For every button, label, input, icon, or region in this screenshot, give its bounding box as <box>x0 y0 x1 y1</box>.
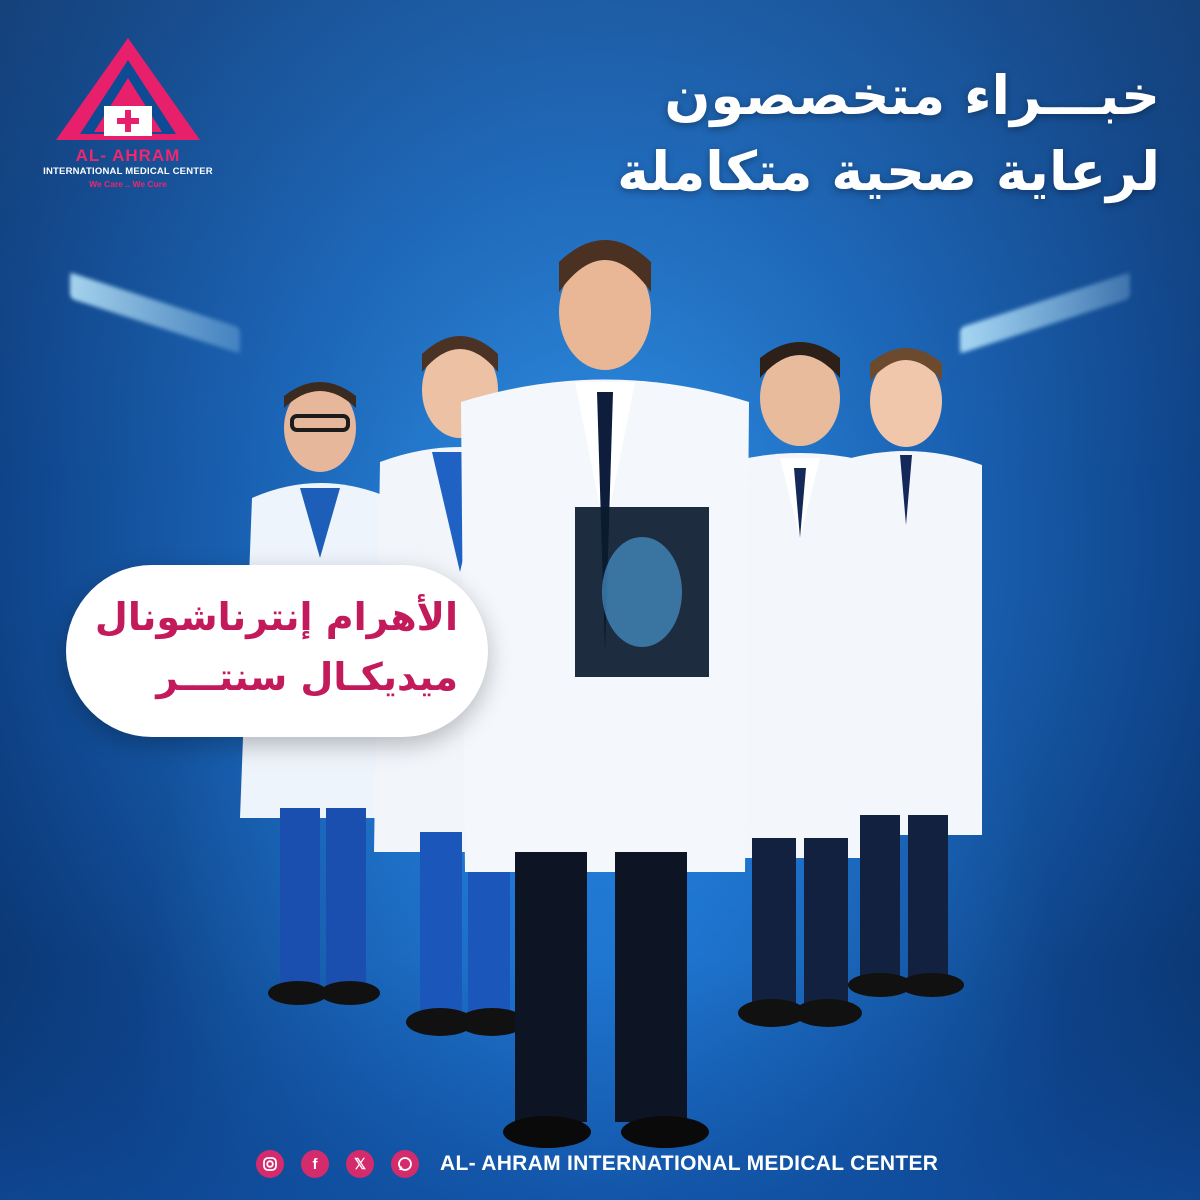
callout-bubble: الأهرام إنترناشونال ميديكـال سنتـــر <box>66 565 488 737</box>
footer-text: AL- AHRAM INTERNATIONAL MEDICAL CENTER <box>440 1152 939 1175</box>
callout-line-2: ميديكـال سنتـــر <box>156 655 458 699</box>
whatsapp-icon[interactable] <box>391 1150 419 1178</box>
logo-triangle-icon <box>56 38 200 140</box>
footer: f 𝕏 AL- AHRAM INTERNATIONAL MEDICAL CENT… <box>256 1142 956 1186</box>
doctor-center <box>455 232 755 1172</box>
x-icon[interactable]: 𝕏 <box>346 1150 374 1178</box>
callout-line-1: الأهرام إنترناشونال <box>94 595 458 639</box>
logo-tagline: We Care .. We Cure <box>89 179 167 189</box>
callout-text: الأهرام إنترناشونال ميديكـال سنتـــر <box>66 587 458 707</box>
doctor-far-right <box>820 345 990 1005</box>
logo-subtitle: INTERNATIONAL MEDICAL CENTER <box>43 166 213 177</box>
headline-line-2: لرعاية صحية متكاملة <box>617 140 1160 203</box>
logo-name: AL- AHRAM <box>75 146 181 165</box>
facebook-icon[interactable]: f <box>301 1150 329 1178</box>
instagram-icon[interactable] <box>256 1150 284 1178</box>
headline-line-1: خبـــراء متخصصون <box>664 64 1160 127</box>
headline: خبـــراء متخصصون لرعاية صحية متكاملة <box>520 58 1160 210</box>
logo: AL- AHRAM INTERNATIONAL MEDICAL CENTER W… <box>43 34 213 194</box>
